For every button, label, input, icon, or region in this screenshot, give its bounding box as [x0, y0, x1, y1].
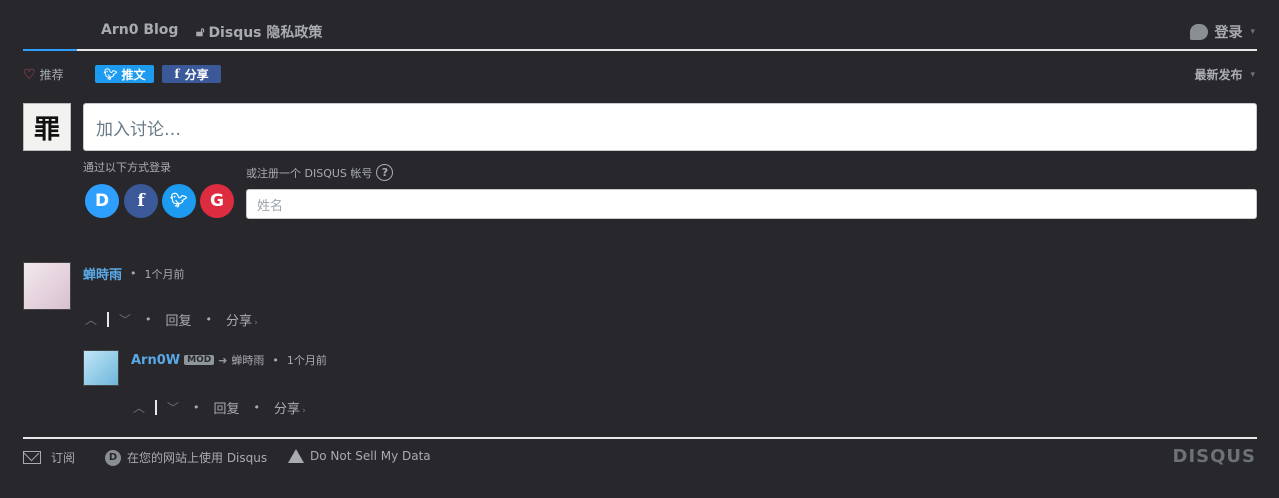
facebook-f-icon: f — [174, 67, 180, 81]
heart-icon: ♡ — [23, 66, 36, 83]
active-tab-indicator — [23, 49, 77, 51]
reply-button[interactable]: 回复 — [166, 310, 192, 329]
tweet-button[interactable]: 🐦︎ 推文 — [95, 65, 154, 83]
upvote-icon[interactable]: ︿ — [133, 399, 145, 416]
subscribe-label: 订阅 — [51, 451, 76, 465]
avatar: 罪 — [23, 103, 71, 151]
help-icon[interactable]: ? — [376, 164, 394, 181]
upvote-icon[interactable]: ︿ — [85, 311, 97, 328]
comment-placeholder: 加入讨论… — [96, 119, 181, 140]
register-text: 或注册一个 DISQUS 帐号 — [246, 166, 373, 180]
tab-blog-label: Arn0 Blog — [101, 22, 179, 38]
sort-label: 最新发布 — [1194, 68, 1243, 82]
disqus-logo[interactable]: DISQUS — [1173, 446, 1256, 467]
comment-avatar[interactable] — [23, 262, 71, 310]
reply-actions: ︿ ﹀ • 回复 • 分享 › — [133, 398, 306, 417]
reply-time[interactable]: 1个月前 — [287, 352, 327, 368]
name-field[interactable]: 姓名 — [246, 189, 1257, 219]
facebook-login-button[interactable]: f — [124, 184, 158, 218]
subscribe-link[interactable]: 订阅 — [23, 449, 75, 466]
downvote-icon[interactable]: ﹀ — [119, 311, 131, 328]
separator-dot: • — [205, 313, 213, 326]
separator-dot: • — [272, 353, 279, 367]
tweet-label: 推文 — [121, 67, 146, 82]
avatar-glyph: 罪 — [33, 114, 60, 145]
use-disqus-label: 在您的网站上使用 Disqus — [127, 451, 268, 465]
mail-icon — [23, 451, 41, 464]
separator-dot: • — [145, 313, 152, 326]
reply-header: Arn0W MOD ➜ 蝉時雨 • 1个月前 — [131, 352, 327, 368]
disqus-d-icon: D — [105, 449, 121, 466]
tab-privacy[interactable]: 🔓︎ Disqus 隐私政策 — [196, 22, 322, 42]
twitter-bird-icon: 🐦︎ — [103, 67, 118, 81]
reply-button[interactable]: 回复 — [214, 398, 240, 417]
separator-dot: • — [193, 401, 200, 414]
mod-badge: MOD — [184, 355, 215, 365]
chat-bubble-icon — [1190, 24, 1209, 40]
sort-dropdown[interactable]: 最新发布 ▾ — [1194, 66, 1255, 83]
do-not-sell-label: Do Not Sell My Data — [310, 449, 431, 463]
warning-icon — [288, 449, 304, 463]
comment-header: 蝉時雨 • 1个月前 — [83, 264, 185, 283]
share-link-label: 分享 — [274, 402, 301, 417]
facebook-icon: f — [137, 191, 145, 211]
chevron-right-icon: › — [302, 406, 306, 416]
twitter-icon: 🐦︎ — [170, 193, 188, 209]
google-login-button[interactable]: G — [200, 184, 234, 218]
vote-divider — [155, 400, 158, 415]
name-placeholder: 姓名 — [257, 198, 284, 214]
tab-privacy-label: Disqus 隐私政策 — [208, 25, 323, 41]
do-not-sell-link[interactable]: Do Not Sell My Data — [288, 449, 431, 463]
reply-arrow-icon: ➜ — [218, 353, 228, 367]
disqus-icon: D — [94, 191, 110, 211]
chevron-down-icon: ▾ — [1250, 69, 1255, 80]
separator-dot: • — [130, 267, 137, 280]
reply-avatar[interactable] — [83, 350, 119, 386]
footer-divider — [23, 437, 1257, 439]
twitter-login-button[interactable]: 🐦︎ — [162, 184, 196, 218]
separator-dot: • — [253, 401, 261, 414]
comment-actions: ︿ ﹀ • 回复 • 分享 › — [85, 310, 258, 329]
vote-divider — [107, 312, 110, 327]
comment-input[interactable]: 加入讨论… — [83, 103, 1257, 151]
downvote-icon[interactable]: ﹀ — [167, 399, 179, 416]
disqus-login-button[interactable]: D — [85, 184, 119, 218]
share-label: 分享 — [184, 67, 209, 82]
comment-author[interactable]: 蝉時雨 — [83, 264, 122, 283]
recommend-button[interactable]: ♡ 推荐 — [23, 66, 64, 83]
recommend-label: 推荐 — [39, 68, 64, 82]
google-icon: G — [210, 191, 224, 211]
share-link[interactable]: 分享 › — [226, 310, 258, 329]
login-button[interactable]: 登录 ▾ — [1190, 22, 1255, 42]
reply-author[interactable]: Arn0W — [131, 353, 180, 368]
nav-divider — [23, 49, 1257, 51]
reply-to-user[interactable]: 蝉時雨 — [231, 352, 264, 368]
share-link-label: 分享 — [226, 314, 253, 329]
tab-blog[interactable]: Arn0 Blog — [101, 22, 178, 38]
facebook-share-button[interactable]: f 分享 — [162, 65, 221, 83]
lock-icon: 🔓︎ — [196, 24, 205, 40]
chevron-down-icon: ▾ — [1250, 27, 1255, 37]
comment-time[interactable]: 1个月前 — [145, 266, 185, 282]
register-label: 或注册一个 DISQUS 帐号 ? — [246, 164, 394, 181]
use-disqus-link[interactable]: D 在您的网站上使用 Disqus — [105, 449, 267, 466]
login-label: 登录 — [1214, 25, 1243, 41]
login-via-label: 通过以下方式登录 — [83, 161, 171, 174]
share-link[interactable]: 分享 › — [274, 398, 306, 417]
chevron-right-icon: › — [254, 318, 258, 328]
